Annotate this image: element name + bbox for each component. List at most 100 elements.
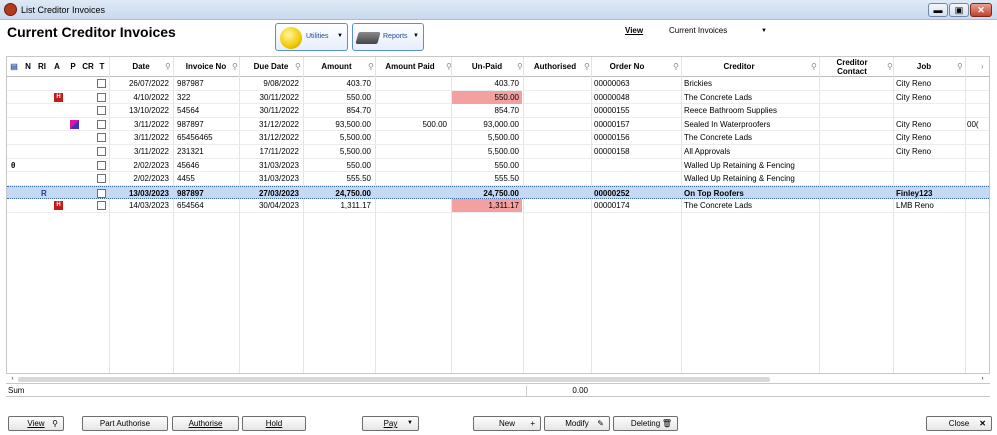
cell-creditor: On Top Roofers bbox=[684, 188, 744, 198]
row-checkbox[interactable] bbox=[97, 174, 106, 184]
cell-due-date: 31/03/2023 bbox=[258, 174, 299, 184]
cell-unpaid: 550.00 bbox=[494, 160, 519, 170]
utilities-button[interactable]: Utilities ▼ bbox=[275, 23, 348, 51]
search-icon[interactable]: ⚲ bbox=[232, 62, 238, 71]
cell-date: 3/11/2022 bbox=[134, 133, 169, 143]
cell-amount-paid bbox=[376, 145, 450, 159]
cell-amount: 5,500.00 bbox=[339, 133, 371, 143]
minimize-button[interactable]: ▬ bbox=[928, 3, 948, 17]
hold-button[interactable]: Hold bbox=[242, 416, 306, 431]
chevron-right-icon[interactable]: › bbox=[981, 62, 984, 71]
col-job[interactable]: Job bbox=[895, 57, 953, 77]
table-row[interactable]: H 4/10/2022 322 30/11/2022 550.00 550.00 00000… bbox=[7, 90, 989, 105]
cell-invoice-no: 4455 bbox=[177, 174, 195, 184]
scrollbar-thumb[interactable] bbox=[18, 377, 770, 382]
col-invoice-no[interactable]: Invoice No bbox=[174, 57, 238, 77]
modify-button-label: Modify bbox=[565, 419, 589, 428]
col-a[interactable]: A bbox=[52, 57, 62, 77]
row-checkbox[interactable] bbox=[97, 133, 106, 143]
cell-creditor: The Concrete Lads bbox=[684, 92, 753, 102]
table-row[interactable]: 26/07/2022 987987 9/08/2022 403.70 403.70 000… bbox=[7, 77, 989, 91]
window-close-button[interactable]: ✕ bbox=[970, 3, 992, 17]
cell-extra: 00( bbox=[967, 119, 979, 129]
row-checkbox[interactable] bbox=[97, 147, 106, 156]
table-row[interactable]: 13/10/2022 54564 30/11/2022 854.70 854.70 000… bbox=[7, 104, 989, 118]
search-icon: ⚲ bbox=[52, 419, 58, 428]
row-checkbox[interactable] bbox=[97, 188, 106, 198]
col-t[interactable]: T bbox=[95, 57, 109, 77]
search-icon[interactable]: ⚲ bbox=[368, 62, 374, 71]
search-icon[interactable]: ⚲ bbox=[517, 62, 523, 71]
search-icon[interactable]: ⚲ bbox=[584, 62, 590, 71]
view-select[interactable]: Current Invoices ▼ bbox=[666, 24, 772, 38]
col-unpaid[interactable]: Un-Paid bbox=[452, 57, 522, 77]
search-icon[interactable]: ⚲ bbox=[957, 62, 963, 71]
col-n[interactable]: N bbox=[23, 57, 33, 77]
table-row[interactable]: 2/02/2023 4455 31/03/2023 555.50 555.50 Walle… bbox=[7, 172, 989, 186]
search-icon[interactable]: ⚲ bbox=[295, 62, 301, 71]
col-amount[interactable]: Amount bbox=[304, 57, 369, 77]
row-checkbox[interactable] bbox=[97, 79, 106, 88]
app-icon bbox=[4, 3, 17, 16]
table-row[interactable]: 3/11/2022 65456465 31/12/2022 5,500.00 5,500… bbox=[7, 131, 989, 145]
maximize-button[interactable]: ▣ bbox=[949, 3, 969, 17]
cell-amount: 403.70 bbox=[346, 79, 371, 88]
view-button[interactable]: View ⚲ bbox=[8, 416, 64, 431]
cell-job: City Reno bbox=[896, 147, 932, 156]
cell-date: 13/10/2022 bbox=[128, 106, 169, 116]
cell-unpaid: 1,311.17 bbox=[488, 201, 519, 211]
new-button[interactable]: New + bbox=[473, 416, 541, 431]
hold-button-label: Hold bbox=[265, 419, 283, 428]
col-creditor-contact-line1: Creditor bbox=[836, 58, 868, 67]
sum-bar: Sum 0.00 bbox=[6, 383, 990, 397]
plus-icon: + bbox=[530, 419, 535, 428]
table-row[interactable]: 3/11/2022 231321 17/11/2022 5,500.00 5,500.0… bbox=[7, 145, 989, 159]
search-icon[interactable]: ⚲ bbox=[811, 62, 817, 71]
col-p[interactable]: P bbox=[68, 57, 78, 77]
header: Current Creditor Invoices Utilities ▼ Re… bbox=[0, 20, 997, 54]
col-creditor[interactable]: Creditor bbox=[683, 57, 795, 77]
cell-amount-paid bbox=[376, 131, 450, 145]
part-authorise-button[interactable]: Part Authorise bbox=[82, 416, 168, 431]
cell-amount-paid bbox=[376, 77, 450, 91]
reports-icon bbox=[355, 32, 381, 44]
close-icon: ✕ bbox=[979, 419, 986, 428]
row-checkbox[interactable] bbox=[97, 119, 106, 129]
table-row[interactable]: H 14/03/2023 654564 30/04/2023 1,311.17 1,311… bbox=[7, 199, 989, 213]
cell-job: City Reno bbox=[896, 92, 932, 102]
col-amount-paid[interactable]: Amount Paid bbox=[376, 57, 444, 77]
close-button[interactable]: Close ✕ bbox=[926, 416, 992, 431]
row-checkbox[interactable] bbox=[97, 92, 106, 102]
search-icon[interactable]: ⚲ bbox=[165, 62, 171, 71]
cell-amount-paid: 500.00 bbox=[422, 119, 447, 129]
cell-invoice-no: 654564 bbox=[177, 201, 204, 211]
reports-button[interactable]: Reports ▼ bbox=[352, 23, 424, 51]
cell-amount-paid bbox=[376, 187, 450, 201]
page-title: Current Creditor Invoices bbox=[7, 24, 176, 40]
col-ri[interactable]: RI bbox=[35, 57, 49, 77]
table-row[interactable]: θ 2/02/2023 45646 31/03/2023 550.00 550.00 Wal… bbox=[7, 159, 989, 173]
col-due-date[interactable]: Due Date bbox=[240, 57, 302, 77]
sum-label: Sum bbox=[8, 386, 25, 395]
col-creditor-contact[interactable]: Creditor Contact bbox=[821, 57, 883, 77]
row-checkbox[interactable] bbox=[97, 106, 106, 116]
row-checkbox[interactable] bbox=[97, 201, 106, 211]
row-checkbox[interactable] bbox=[97, 160, 106, 170]
table-row[interactable]: 3/11/2022 987897 31/12/2022 93,500.00 500.00… bbox=[7, 118, 989, 132]
deleting-button[interactable]: Deleting 🗑 bbox=[613, 416, 678, 431]
cell-due-date: 31/03/2023 bbox=[258, 160, 299, 170]
note-icon: θ bbox=[11, 160, 16, 170]
authorise-button[interactable]: Authorise bbox=[172, 416, 239, 431]
utilities-icon bbox=[280, 27, 302, 49]
pay-button[interactable]: Pay ▼ bbox=[362, 416, 419, 431]
search-icon[interactable]: ⚲ bbox=[673, 62, 679, 71]
chevron-down-icon: ▼ bbox=[337, 33, 343, 39]
col-order-no[interactable]: Order No bbox=[593, 57, 661, 77]
col-cr[interactable]: CR bbox=[81, 57, 95, 77]
modify-button[interactable]: Modify ✎ bbox=[544, 416, 610, 431]
col-authorised[interactable]: Authorised bbox=[524, 57, 586, 77]
table-row[interactable]: R 13/03/2023 987897 27/03/2023 24,750.00 24,7… bbox=[7, 185, 989, 201]
col-date[interactable]: Date bbox=[110, 57, 172, 77]
search-icon[interactable]: ⚲ bbox=[887, 62, 893, 71]
column-chooser-icon[interactable]: ▤ bbox=[8, 57, 20, 77]
